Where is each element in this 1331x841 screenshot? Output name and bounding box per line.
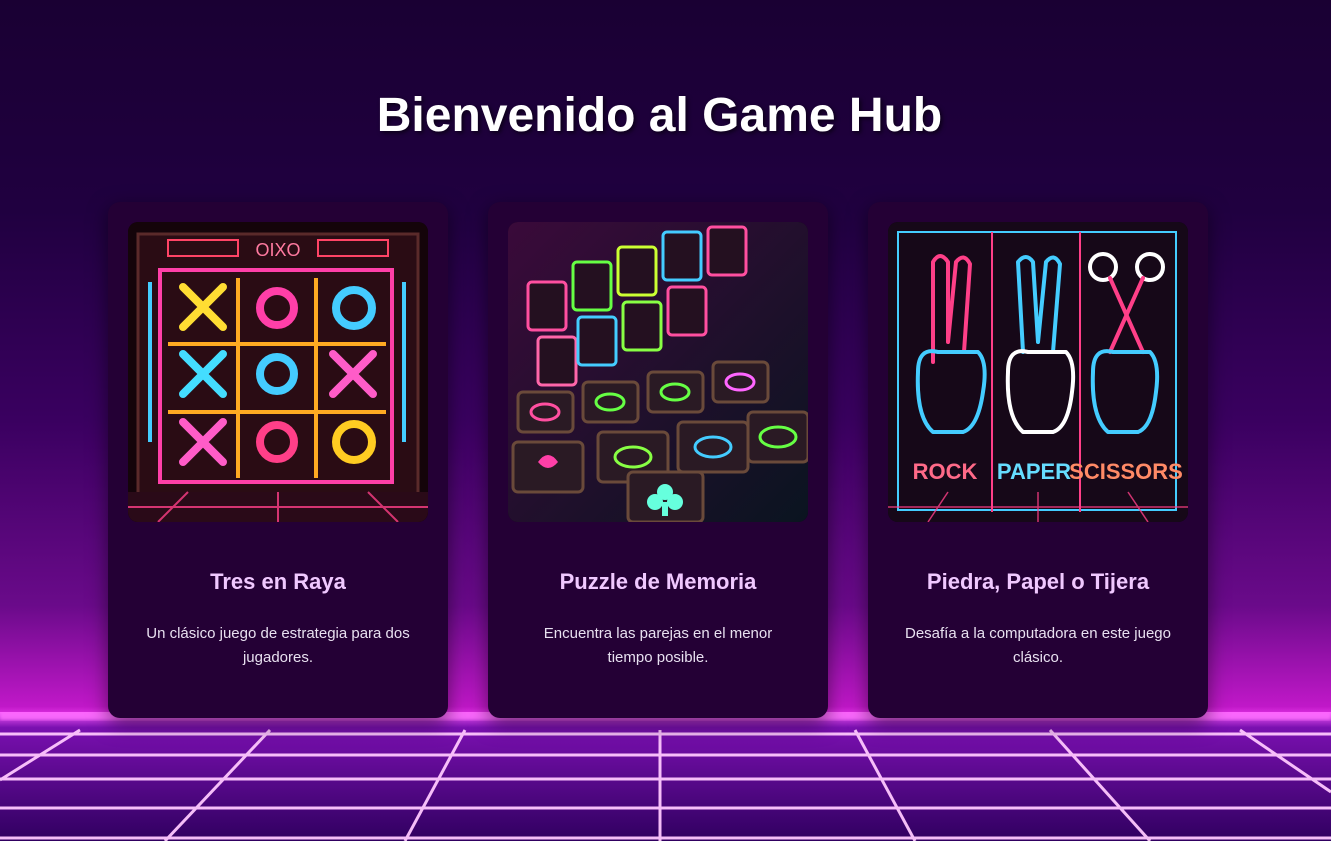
game-title: Tres en Raya (210, 569, 346, 594)
tic-tac-toe-neon-image[interactable]: OIXO (128, 222, 428, 522)
game-card-tres-en-raya[interactable]: OIXO Tres en Raya Un clásico juego de es… (108, 202, 448, 718)
rock-label: ROCK (913, 459, 978, 484)
game-title: Puzzle de Memoria (559, 569, 757, 594)
page-title: Bienvenido al Game Hub (376, 89, 943, 142)
game-cards: OIXO Tres en Raya Un clásico juego de es… (108, 202, 1208, 718)
game-card-puzzle-de-memoria[interactable]: Puzzle de Memoria Encuentra las parejas … (488, 202, 828, 718)
game-description: Desafía a la computadora en este juego c… (904, 625, 1171, 666)
scissors-label: SCISSORS (1069, 459, 1183, 484)
game-description: Encuentra las parejas en el menor tiempo… (543, 625, 773, 666)
paper-label: PAPER (997, 459, 1071, 484)
oixo-label: OIXO (255, 240, 300, 260)
game-description: Un clásico juego de estrategia para dos … (146, 625, 410, 666)
memory-cards-neon-image[interactable] (508, 222, 808, 522)
rock-paper-scissors-neon-image[interactable]: ROCK PAPER SCISSORS (888, 222, 1188, 522)
game-card-piedra-papel-tijera[interactable]: ROCK PAPER SCISSORS Piedra, Papel o Tije… (868, 202, 1208, 718)
neon-grid-floor (0, 712, 1331, 841)
game-title: Piedra, Papel o Tijera (926, 569, 1150, 594)
